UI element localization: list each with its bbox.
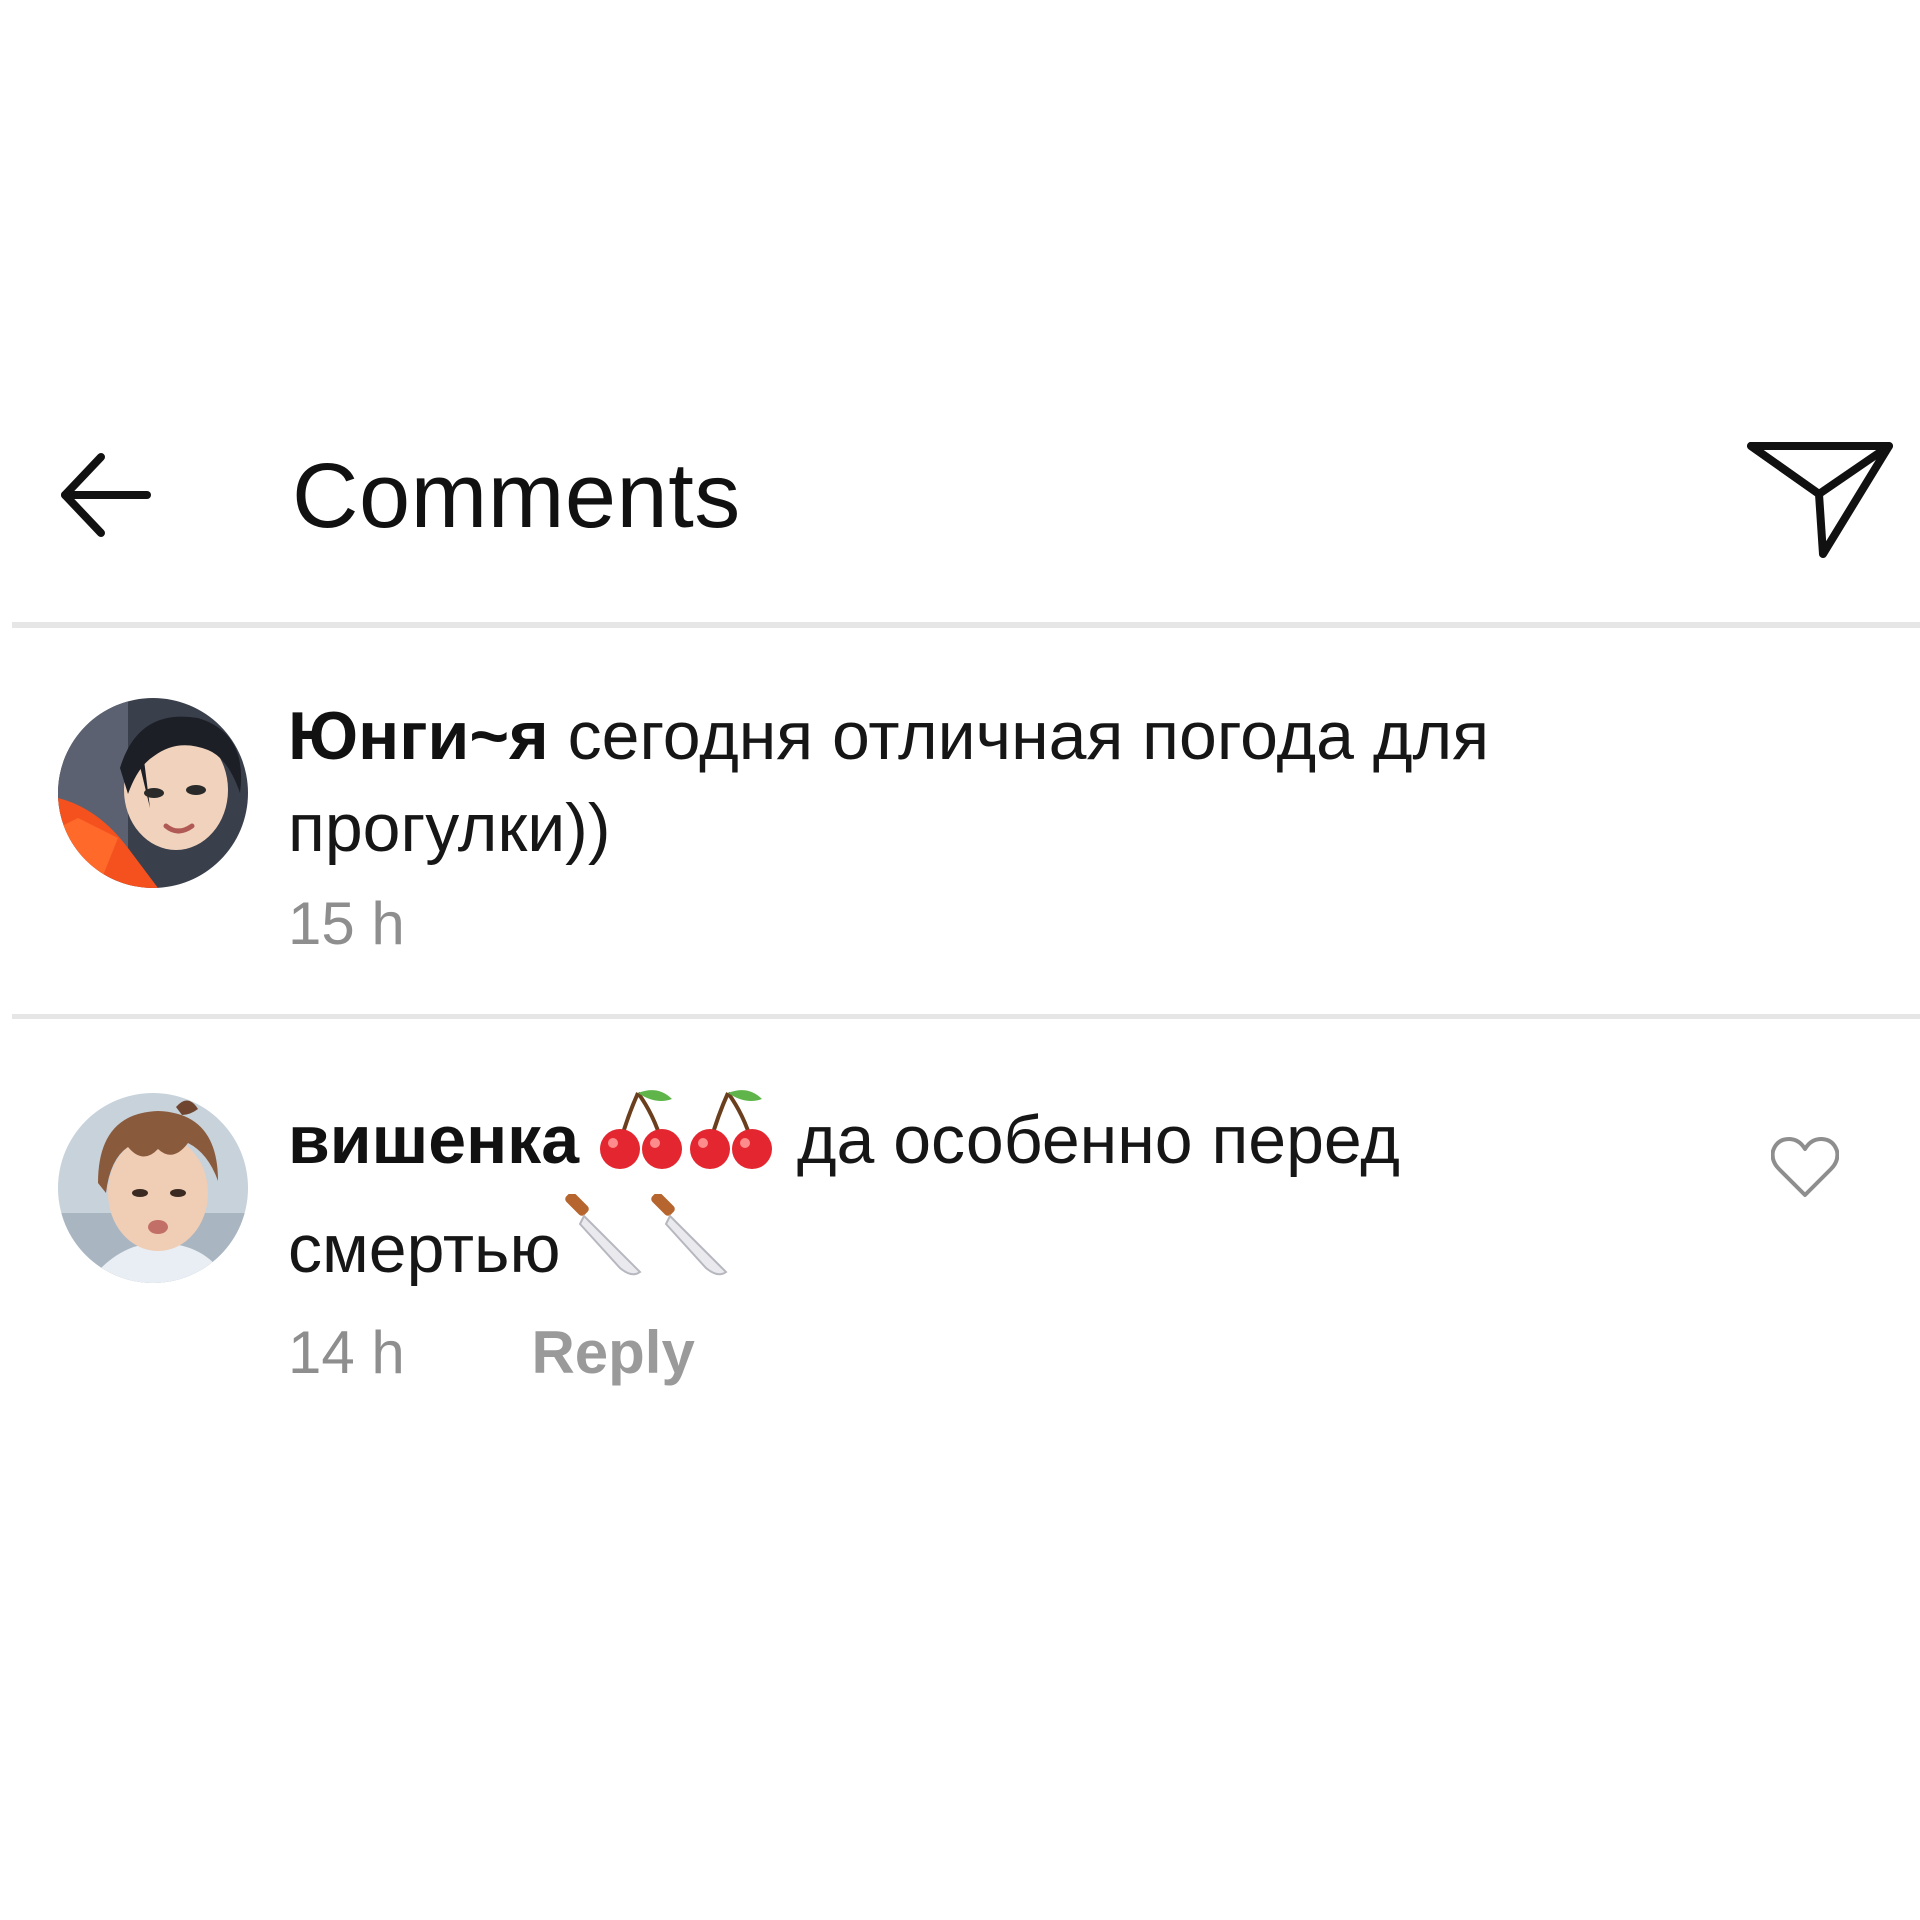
knife-icon bbox=[560, 1192, 646, 1303]
comment-username[interactable]: вишенка bbox=[288, 1102, 579, 1178]
comment-username[interactable]: Юнги~я bbox=[288, 698, 549, 774]
cherries-icon bbox=[598, 1085, 688, 1194]
cherries-icon bbox=[688, 1085, 778, 1194]
page-title: Comments bbox=[292, 445, 741, 547]
comment-divider bbox=[12, 1014, 1920, 1019]
comment-timestamp: 14 h bbox=[288, 1319, 405, 1386]
knife-icon bbox=[646, 1192, 732, 1303]
header-bar: Comments bbox=[0, 380, 1920, 620]
comment-body: вишенка да особенно перед смертью 14 h R… bbox=[288, 1085, 1688, 1393]
comment-text: вишенка да особенно перед смертью bbox=[288, 1085, 1688, 1303]
avatar-photo-icon bbox=[58, 698, 248, 888]
avatar-photo-icon bbox=[58, 1093, 248, 1283]
comment-timestamp: 15 h bbox=[288, 890, 405, 957]
avatar[interactable] bbox=[58, 1093, 248, 1283]
heart-icon bbox=[1771, 1137, 1839, 1197]
header-divider bbox=[12, 622, 1920, 628]
like-button[interactable] bbox=[1762, 1125, 1848, 1211]
comment-text: Юнги~я сегодня отличная погода для прогу… bbox=[288, 690, 1688, 874]
share-button[interactable] bbox=[1740, 420, 1900, 570]
arrow-left-icon bbox=[61, 453, 151, 537]
comment-meta: 14 h Reply bbox=[288, 1313, 1688, 1393]
paper-plane-icon bbox=[1747, 442, 1893, 558]
comment-body: Юнги~я сегодня отличная погода для прогу… bbox=[288, 690, 1688, 964]
avatar[interactable] bbox=[58, 698, 248, 888]
comment-meta: 15 h bbox=[288, 884, 1688, 964]
reply-button[interactable]: Reply bbox=[531, 1313, 694, 1393]
back-button[interactable] bbox=[40, 430, 170, 560]
